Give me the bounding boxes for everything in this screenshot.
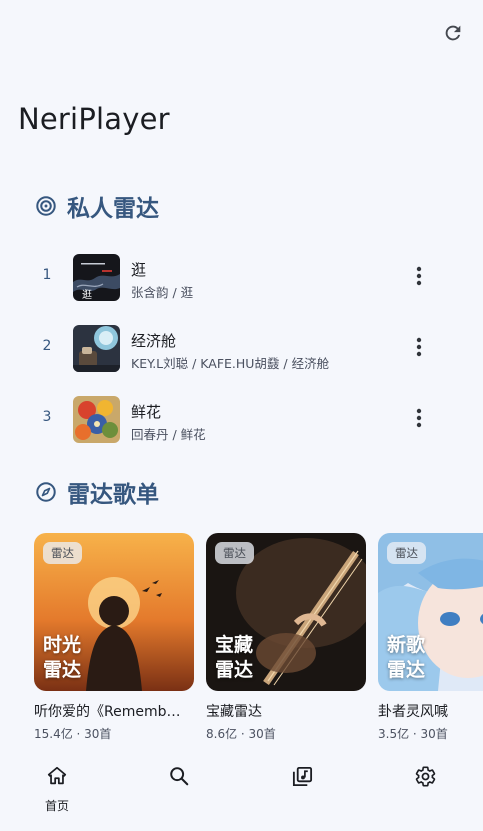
playlist-cover-text: 时光 雷达 bbox=[43, 634, 82, 681]
home-icon bbox=[45, 764, 69, 788]
playlist-tag: 雷达 bbox=[215, 542, 254, 564]
track-row[interactable]: 2 经济舱 KEY.L刘聪 / KAFE.HU胡鼗 / 经济舱 bbox=[0, 318, 483, 378]
track-index: 2 bbox=[42, 338, 52, 354]
track-more-button[interactable] bbox=[408, 403, 430, 433]
track-title: 逛 bbox=[131, 261, 147, 279]
track-subtitle: 张含韵 / 逛 bbox=[131, 285, 194, 300]
playlist-card[interactable]: 雷达 时光 雷达 听你爱的《Rememb… 15.4亿 · 30首 bbox=[34, 533, 194, 742]
playlist-meta: 3.5亿 · 30首 bbox=[378, 727, 448, 741]
playlist-carousel[interactable]: 雷达 时光 雷达 听你爱的《Rememb… 15.4亿 · 30首 雷达 宝藏 bbox=[34, 533, 483, 743]
bottom-navigation: 首页 bbox=[0, 752, 483, 831]
search-icon bbox=[167, 764, 191, 788]
playlist-title: 宝藏雷达 bbox=[206, 704, 262, 720]
playlist-tag: 雷达 bbox=[43, 542, 82, 564]
radar-section-title: 私人雷达 bbox=[67, 196, 159, 222]
playlist-cover-text: 宝藏 雷达 bbox=[215, 634, 254, 681]
track-more-button[interactable] bbox=[408, 332, 430, 362]
playlist-title: 听你爱的《Rememb… bbox=[34, 704, 181, 720]
library-icon bbox=[290, 764, 314, 788]
playlist-section-title: 雷达歌单 bbox=[67, 482, 159, 508]
track-index: 1 bbox=[42, 267, 52, 283]
track-subtitle: KEY.L刘聪 / KAFE.HU胡鼗 / 经济舱 bbox=[131, 356, 330, 371]
nav-settings[interactable] bbox=[395, 762, 455, 822]
nav-home[interactable]: 首页 bbox=[27, 762, 87, 822]
settings-icon bbox=[413, 764, 437, 788]
svg-text:逛: 逛 bbox=[82, 288, 92, 301]
playlist-cover-text: 新歌 雷达 bbox=[387, 634, 426, 681]
track-row[interactable]: 3 鲜花 回春丹 / 鲜花 bbox=[0, 389, 483, 449]
playlist-meta: 8.6亿 · 30首 bbox=[206, 727, 276, 741]
refresh-icon bbox=[445, 25, 461, 41]
nav-search[interactable] bbox=[149, 762, 209, 822]
more-vert-icon bbox=[416, 266, 422, 286]
track-index: 3 bbox=[42, 409, 52, 425]
app-title: NeriPlayer bbox=[18, 102, 170, 136]
playlist-card[interactable]: 雷达 宝藏 雷达 宝藏雷达 8.6亿 · 30首 bbox=[206, 533, 366, 742]
playlist-section-header: 雷达歌单 bbox=[35, 476, 159, 508]
more-vert-icon bbox=[416, 408, 422, 428]
playlist-tag: 雷达 bbox=[387, 542, 426, 564]
track-cover bbox=[73, 396, 120, 443]
refresh-button[interactable] bbox=[440, 20, 466, 46]
playlist-meta: 15.4亿 · 30首 bbox=[34, 727, 112, 741]
playlist-card[interactable]: 雷达 新歌 雷达 卦者灵风喊 3.5亿 · 30首 bbox=[378, 533, 483, 742]
radar-section-header: 私人雷达 bbox=[35, 190, 159, 222]
track-row[interactable]: 1 逛 逛 张含韵 / 逛 bbox=[0, 247, 483, 307]
radar-icon bbox=[35, 195, 57, 217]
nav-library[interactable] bbox=[272, 762, 332, 822]
playlist-cover: 雷达 宝藏 雷达 bbox=[206, 533, 366, 691]
track-cover: 逛 bbox=[73, 254, 120, 301]
nav-home-label: 首页 bbox=[44, 799, 69, 813]
track-title: 鲜花 bbox=[131, 403, 162, 421]
track-more-button[interactable] bbox=[408, 261, 430, 291]
playlist-title: 卦者灵风喊 bbox=[378, 704, 448, 720]
playlist-cover: 雷达 时光 雷达 bbox=[34, 533, 194, 691]
track-title: 经济舱 bbox=[131, 332, 177, 350]
compass-icon bbox=[35, 481, 57, 503]
track-cover bbox=[73, 325, 120, 372]
playlist-cover: 雷达 新歌 雷达 bbox=[378, 533, 483, 691]
more-vert-icon bbox=[416, 337, 422, 357]
track-subtitle: 回春丹 / 鲜花 bbox=[131, 427, 206, 442]
